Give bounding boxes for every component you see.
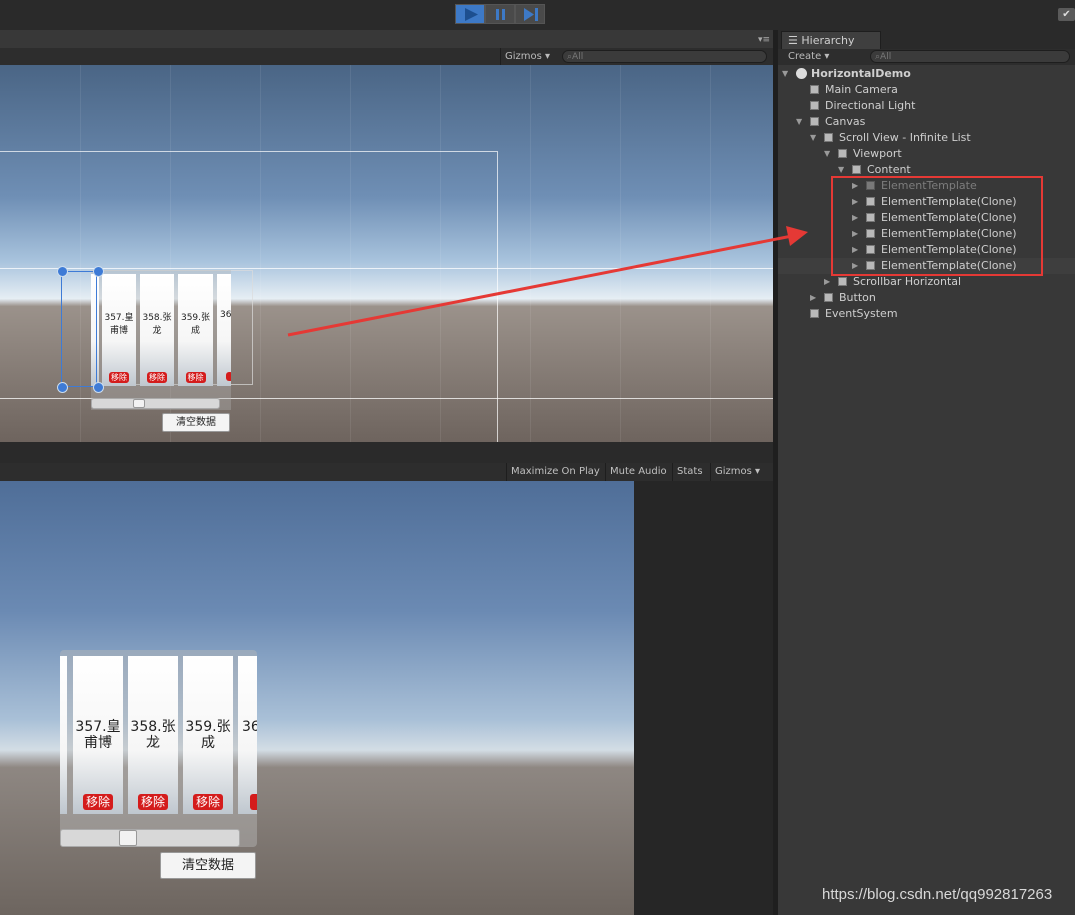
watermark: https://blog.csdn.net/qq992817263 [822, 886, 1053, 903]
annotation-arrow [287, 226, 808, 337]
